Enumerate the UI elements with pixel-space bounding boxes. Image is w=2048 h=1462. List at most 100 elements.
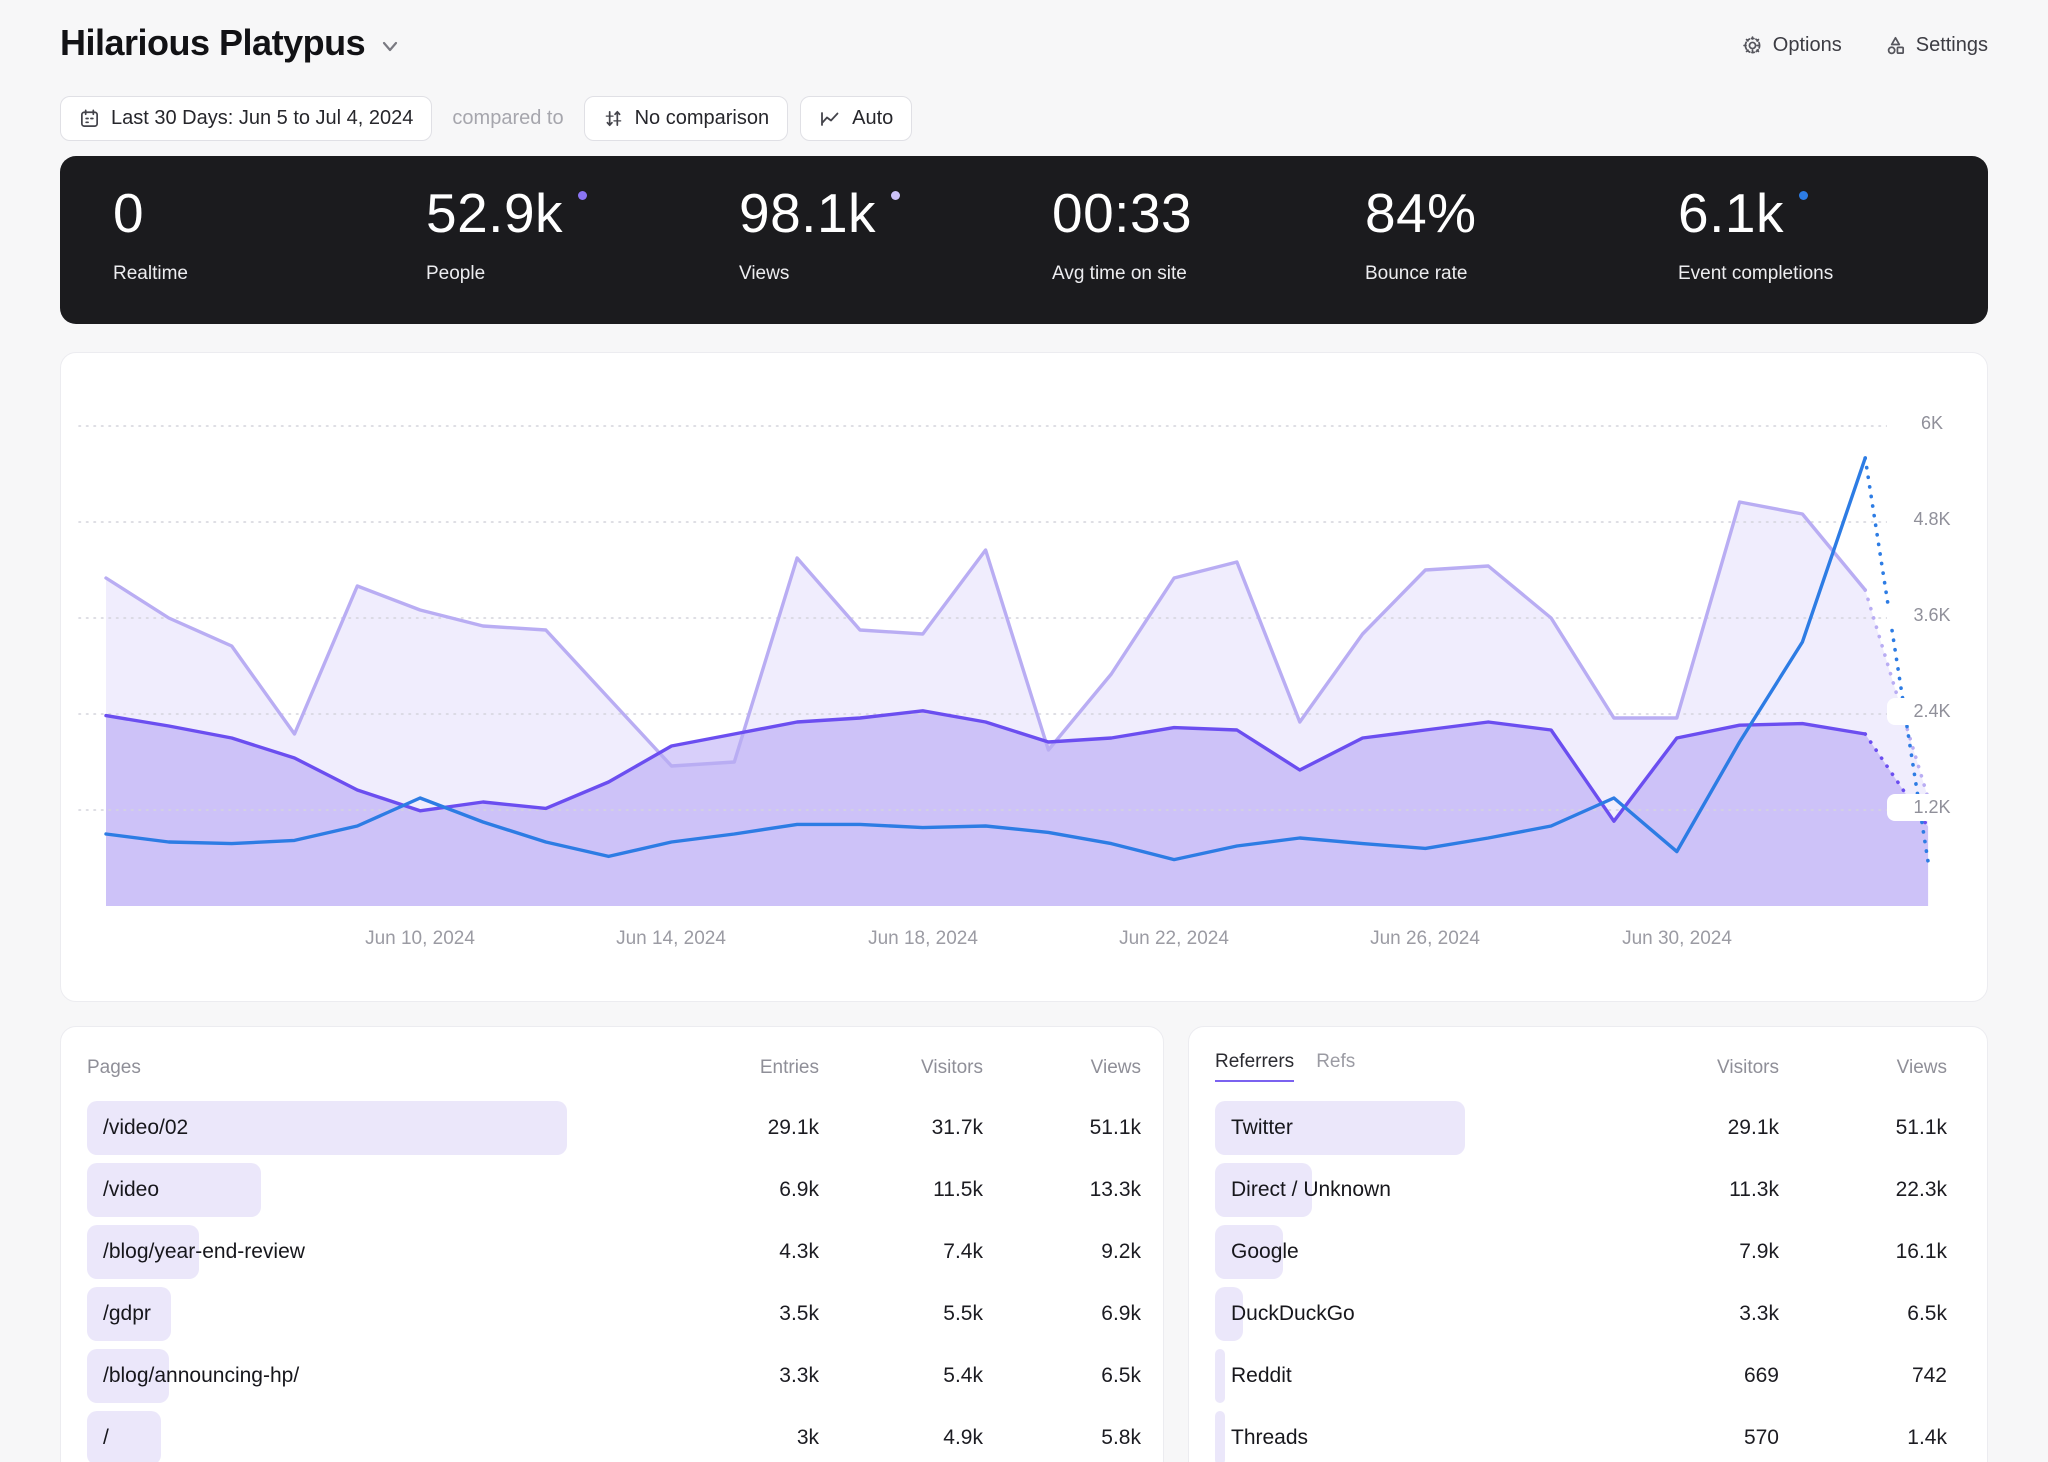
table-row[interactable]: /3k4.9k5.8k: [61, 1407, 1163, 1462]
cell-views: 9.2k: [1001, 1221, 1141, 1283]
stat-label: Avg time on site: [1052, 263, 1192, 285]
stat-value: 00:33: [1052, 186, 1192, 241]
cell-views: 13.3k: [1001, 1159, 1141, 1221]
row-label: /video/02: [103, 1097, 188, 1159]
column-header-visitors[interactable]: Visitors: [843, 1057, 983, 1079]
value-bar: [1215, 1411, 1225, 1462]
cell-entries: 29.1k: [679, 1097, 819, 1159]
cell-views: 1.4k: [1807, 1407, 1947, 1462]
site-title[interactable]: Hilarious Platypus: [60, 22, 365, 64]
cell-views: 51.1k: [1807, 1097, 1947, 1159]
cell-visitors: 7.9k: [1639, 1221, 1779, 1283]
table-row[interactable]: /gdpr 3.5k 5.5k 6.9k: [61, 1283, 1163, 1345]
gear-icon: [1741, 34, 1764, 57]
cell-views: 6.5k: [1001, 1345, 1141, 1407]
cell-visitors: 11.5k: [843, 1159, 983, 1221]
y-axis-label: 2.4K: [1887, 698, 1977, 725]
cell-visitors: 31.7k: [843, 1097, 983, 1159]
settings-button[interactable]: Settings: [1884, 34, 1988, 57]
cell-views: 51.1k: [1001, 1097, 1141, 1159]
column-header-ref-visitors[interactable]: Visitors: [1639, 1057, 1779, 1079]
cell-visitors: 5.4k: [843, 1345, 983, 1407]
table-row[interactable]: DuckDuckGo3.3k6.5k: [1189, 1283, 1987, 1345]
stat-avg-time-on-site[interactable]: 00:33 Avg time on site: [1052, 186, 1192, 285]
tab-referrers[interactable]: Referrers: [1215, 1051, 1294, 1082]
filter-bar: Last 30 Days: Jun 5 to Jul 4, 2024 compa…: [60, 96, 912, 141]
x-axis-label: Jun 30, 2024: [1577, 928, 1777, 950]
cell-entries: 3.3k: [679, 1345, 819, 1407]
stat-label: Realtime: [113, 263, 188, 285]
x-axis-label: Jun 22, 2024: [1074, 928, 1274, 950]
row-label: Reddit: [1231, 1345, 1292, 1407]
stat-bounce-rate[interactable]: 84%Bounce rate: [1365, 186, 1477, 285]
value-bar: [1215, 1349, 1225, 1403]
cell-views: 22.3k: [1807, 1159, 1947, 1221]
value-bar: [87, 1411, 161, 1462]
page-header: Hilarious Platypus: [60, 22, 401, 64]
column-header-views[interactable]: Views: [1001, 1057, 1141, 1079]
chevron-down-icon[interactable]: [379, 35, 401, 57]
table-row[interactable]: Reddit669742: [1189, 1345, 1987, 1407]
table-row[interactable]: Twitter 29.1k 51.1k: [1189, 1097, 1987, 1159]
y-axis-label: 3.6K: [1887, 602, 1977, 629]
row-label: Twitter: [1231, 1097, 1293, 1159]
stat-event-completions[interactable]: 6.1kEvent completions: [1678, 186, 1833, 285]
stat-label: Event completions: [1678, 263, 1833, 285]
stat-value: 0: [113, 186, 188, 241]
y-axis-label: 4.8K: [1887, 506, 1977, 533]
y-axis-label: 6K: [1887, 410, 1977, 437]
pages-table-title: Pages: [87, 1057, 141, 1079]
calendar-icon: [79, 108, 100, 129]
x-axis-label: Jun 18, 2024: [823, 928, 1023, 950]
table-row[interactable]: /blog/announcing-hp/3.3k5.4k6.5k: [61, 1345, 1163, 1407]
x-axis-label: Jun 26, 2024: [1325, 928, 1525, 950]
traffic-chart[interactable]: [61, 353, 1989, 1003]
cell-views: 5.8k: [1001, 1407, 1141, 1462]
stat-views[interactable]: 98.1kViews: [739, 186, 900, 285]
cell-visitors: 29.1k: [1639, 1097, 1779, 1159]
cell-visitors: 5.5k: [843, 1283, 983, 1345]
table-row[interactable]: Direct / Unknown11.3k22.3k: [1189, 1159, 1987, 1221]
stat-people[interactable]: 52.9k People: [426, 186, 587, 285]
options-button[interactable]: Options: [1741, 34, 1842, 57]
cell-entries: 6.9k: [679, 1159, 819, 1221]
table-row[interactable]: /video6.9k11.5k13.3k: [61, 1159, 1163, 1221]
row-label: /: [103, 1407, 109, 1462]
cell-entries: 3k: [679, 1407, 819, 1462]
stat-value: 84%: [1365, 186, 1477, 241]
referrers-tabs: Referrers Refs: [1215, 1051, 1355, 1082]
cell-views: 742: [1807, 1345, 1947, 1407]
table-row[interactable]: Threads 570 1.4k: [1189, 1407, 1987, 1462]
settings-shapes-icon: [1884, 34, 1907, 57]
comparison-button[interactable]: No comparison: [584, 96, 789, 141]
chart-mode-button[interactable]: Auto: [800, 96, 912, 141]
series-color-dot: [891, 191, 900, 200]
cell-entries: 3.5k: [679, 1283, 819, 1345]
chart-mode-label: Auto: [852, 107, 893, 130]
y-axis-label: 1.2K: [1887, 794, 1977, 821]
column-header-ref-views[interactable]: Views: [1807, 1057, 1947, 1079]
stats-bar: 0 Realtime 52.9k People 98.1kViews 00:33 Avg t…: [60, 156, 1988, 324]
options-label: Options: [1773, 34, 1842, 57]
row-label: Threads: [1231, 1407, 1308, 1462]
cell-visitors: 3.3k: [1639, 1283, 1779, 1345]
table-row[interactable]: /video/02 29.1k 31.7k 51.1k: [61, 1097, 1163, 1159]
x-axis-label: Jun 10, 2024: [320, 928, 520, 950]
stat-value: 98.1k: [739, 186, 900, 241]
date-range-button[interactable]: Last 30 Days: Jun 5 to Jul 4, 2024: [60, 96, 432, 141]
row-label: /gdpr: [103, 1283, 151, 1345]
cell-views: 16.1k: [1807, 1221, 1947, 1283]
stat-value: 52.9k: [426, 186, 587, 241]
referrers-table-card: Referrers Refs Visitors Views Twitter 29.…: [1188, 1026, 1988, 1462]
stat-label: People: [426, 263, 587, 285]
table-row[interactable]: Google7.9k16.1k: [1189, 1221, 1987, 1283]
series-color-dot: [578, 191, 587, 200]
cell-views: 6.9k: [1001, 1283, 1141, 1345]
stat-realtime[interactable]: 0 Realtime: [113, 186, 188, 285]
row-label: /blog/year-end-review: [103, 1221, 305, 1283]
cell-visitors: 570: [1639, 1407, 1779, 1462]
tab-refs[interactable]: Refs: [1316, 1051, 1355, 1073]
row-label: Direct / Unknown: [1231, 1159, 1391, 1221]
column-header-entries[interactable]: Entries: [679, 1057, 819, 1079]
table-row[interactable]: /blog/year-end-review4.3k7.4k9.2k: [61, 1221, 1163, 1283]
